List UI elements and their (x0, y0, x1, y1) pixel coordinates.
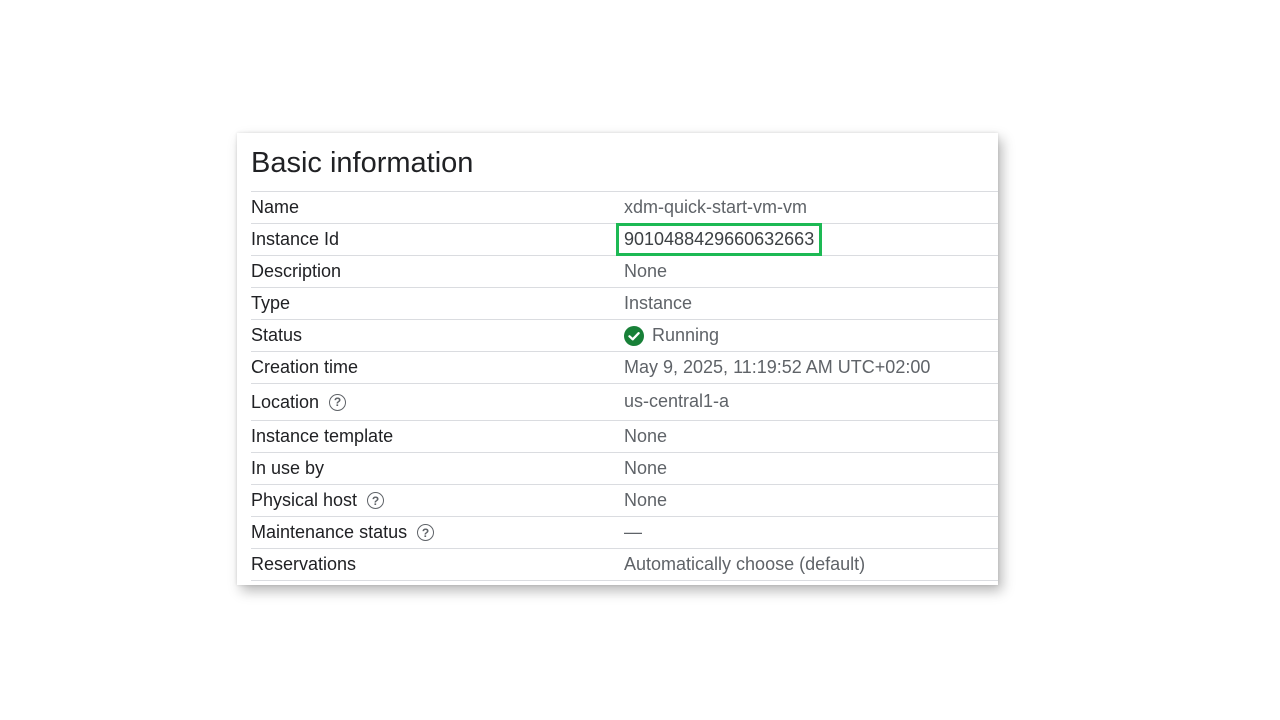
description-label: Description (251, 261, 342, 281)
instance-id-value: 9010488429660632663 (615, 223, 823, 256)
row-name: Name xdm-quick-start-vm-vm (251, 192, 998, 224)
name-label: Name (251, 197, 300, 217)
row-reservations: Reservations Automatically choose (defau… (251, 549, 998, 581)
panel-title: Basic information (251, 133, 998, 192)
row-status: Status Running (251, 320, 998, 352)
creation-time-label: Creation time (251, 357, 359, 377)
physical-host-value: None (624, 490, 668, 510)
row-instance-template: Instance template None (251, 421, 998, 453)
creation-time-value: May 9, 2025, 11:19:52 AM UTC+02:00 (624, 357, 931, 377)
row-physical-host: Physical host ? None (251, 485, 998, 517)
status-value: Running (624, 325, 719, 346)
name-value: xdm-quick-start-vm-vm (624, 197, 807, 217)
help-icon[interactable]: ? (367, 492, 385, 509)
instance-template-value: None (624, 426, 668, 446)
row-description: Description None (251, 256, 998, 288)
type-value: Instance (624, 293, 693, 313)
physical-host-label: Physical host (251, 490, 358, 510)
row-location: Location ? us-central1-a (251, 384, 998, 421)
in-use-by-label: In use by (251, 458, 325, 478)
basic-information-panel: Basic information Name xdm-quick-start-v… (237, 133, 998, 585)
type-label: Type (251, 293, 291, 313)
location-label-wrap: Location ? (251, 392, 624, 413)
status-label: Status (251, 325, 303, 345)
reservations-value: Automatically choose (default) (624, 554, 866, 574)
row-in-use-by: In use by None (251, 453, 998, 485)
row-creation-time: Creation time May 9, 2025, 11:19:52 AM U… (251, 352, 998, 384)
description-value: None (624, 261, 668, 281)
row-instance-id: Instance Id 9010488429660632663 (251, 223, 998, 256)
instance-template-label: Instance template (251, 426, 394, 446)
row-type: Type Instance (251, 288, 998, 320)
row-maintenance-status: Maintenance status ? — (251, 517, 998, 549)
location-label: Location (251, 391, 320, 412)
check-circle-icon (624, 325, 644, 346)
help-icon[interactable]: ? (329, 393, 347, 411)
physical-host-label-wrap: Physical host ? (251, 490, 624, 511)
maintenance-status-value: — (624, 522, 642, 542)
in-use-by-value: None (624, 458, 668, 478)
reservations-label: Reservations (251, 554, 357, 574)
maintenance-status-label: Maintenance status (251, 522, 408, 542)
help-icon[interactable]: ? (417, 524, 435, 541)
maintenance-status-label-wrap: Maintenance status ? (251, 522, 624, 543)
location-value: us-central1-a (624, 391, 730, 411)
instance-id-label: Instance Id (251, 229, 340, 249)
status-text: Running (652, 325, 720, 345)
